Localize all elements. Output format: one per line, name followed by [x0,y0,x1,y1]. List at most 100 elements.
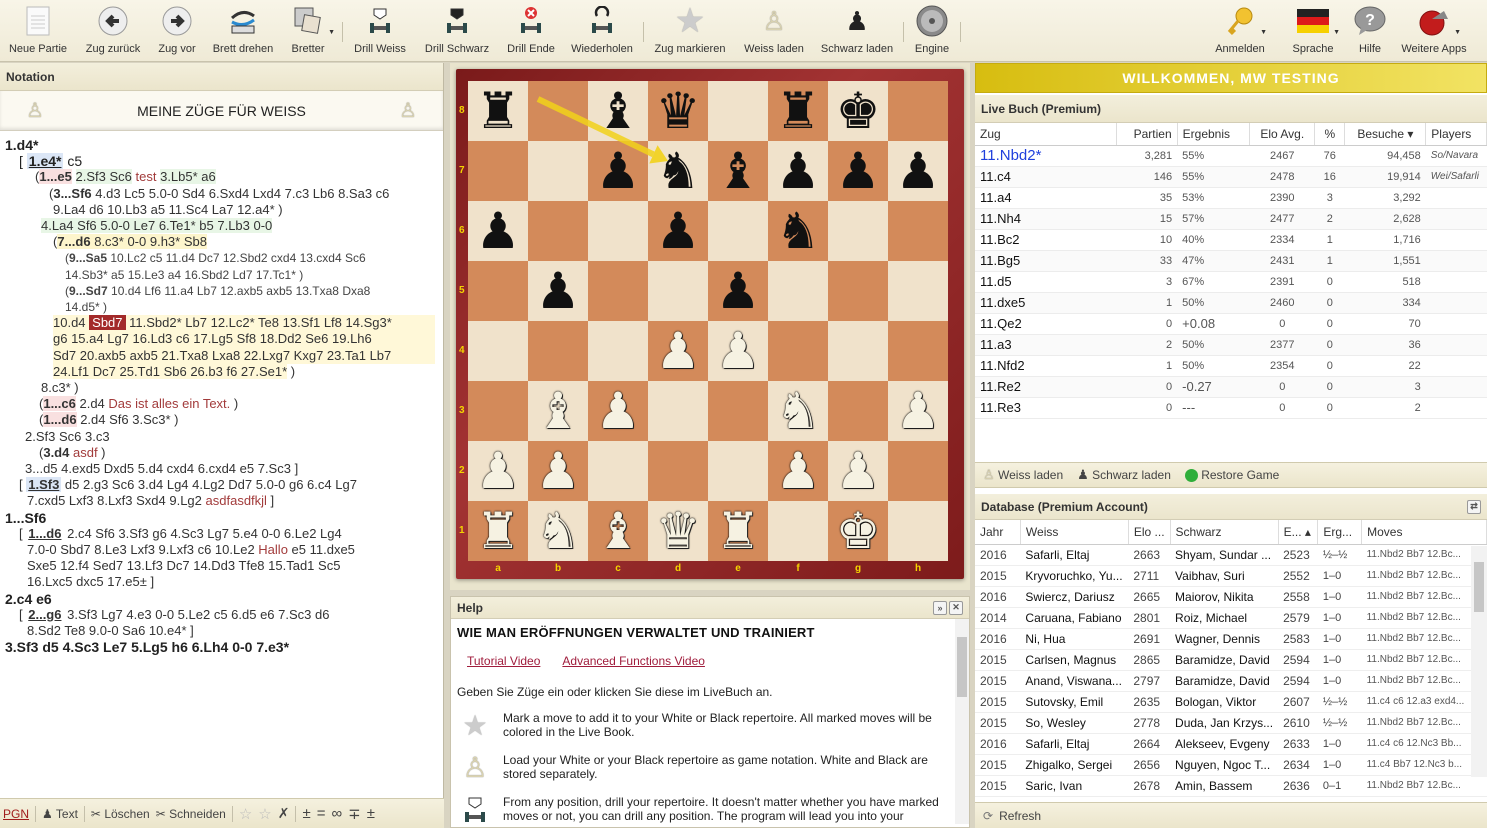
square-a4[interactable] [468,321,528,381]
white-pawn-icon[interactable]: ♙ [399,98,417,123]
livebook-row[interactable]: 11.d5 3 67% 2391 0 518 [975,271,1487,293]
livebook-row[interactable]: 11.Nbd2* 3,281 55% 2467 76 94,458 So/Navara [975,145,1487,167]
square-c1[interactable]: ♝ [588,501,648,561]
boards-button[interactable]: ▼ Bretter [288,4,335,60]
column-header[interactable]: Elo Avg. [1249,123,1316,146]
livebook-row[interactable]: 11.a3 2 50% 2377 0 36 [975,334,1487,356]
column-header[interactable]: Partien [1116,123,1178,146]
square-e7[interactable]: ♝ [708,141,768,201]
board-squares[interactable]: ♜ ♝ ♛ ♜ ♚ ♟ ♞ ♝ ♟ ♟ ♟ ♟ ♟ ♞ ♟ ♟ ♟ ♟ ♝ ♟ ♞ ♟ ♟ ♟ ♟ ♟ ♜ ♞ ♝ ♛ ♜ ♚ [468,81,948,561]
square-c6[interactable] [588,201,648,261]
column-header[interactable]: Erg... [1317,520,1363,545]
white-pawn-icon[interactable]: ♟ [536,446,581,496]
square-b8[interactable] [528,81,588,141]
white-knight-icon[interactable]: ♞ [536,506,581,556]
column-header[interactable]: Besuche ▾ [1344,123,1427,146]
livebook-row[interactable]: 11.Re2 0 -0.27 0 0 3 [975,376,1487,398]
livebook-row[interactable]: 11.Bc2 10 40% 2334 1 1,716 [975,229,1487,251]
square-a7[interactable] [468,141,528,201]
square-c2[interactable] [588,441,648,501]
black-pawn-icon[interactable]: ♟ [836,146,881,196]
square-e8[interactable] [708,81,768,141]
swap-icon[interactable]: ⇄ [1467,499,1481,514]
move-notation[interactable]: 1.d4* [ 1.e4* c5 (1...e5 2.Sf3 Sc6 test … [0,131,443,795]
symbol-button[interactable]: ± [302,805,310,822]
square-g7[interactable]: ♟ [828,141,888,201]
black-knight-icon[interactable]: ♞ [776,206,821,256]
livebook-row[interactable]: 11.c4 146 55% 2478 16 19,914 Wei/Safarli [975,166,1487,188]
square-b6[interactable] [528,201,588,261]
livebook-row[interactable]: 11.Nh4 15 57% 2477 2 2,628 [975,208,1487,230]
database-row[interactable]: 2016 Ni, Hua 2691 Wagner, Dennis 2583 1–0 11.N… [975,628,1487,650]
square-a2[interactable]: ♟ [468,441,528,501]
load-black-button[interactable]: ♟ Schwarz laden [820,4,894,60]
square-f7[interactable]: ♟ [768,141,828,201]
column-header[interactable]: Players [1425,123,1487,146]
move-back-button[interactable]: Zug zurück [82,4,144,60]
database-row[interactable]: 2015 Anand, Viswana... 2797 Baramidze, Davi… [975,670,1487,692]
database-row[interactable]: 2014 Caruana, Fabiano 2801 Roiz, Michael 257… [975,607,1487,629]
symbol-button[interactable]: = [317,805,326,822]
livebook-row[interactable]: 11.a4 35 53% 2390 3 3,292 [975,187,1487,209]
advanced-video-link[interactable]: Advanced Functions Video [562,654,705,668]
white-rook-icon[interactable]: ♜ [716,506,761,556]
square-f5[interactable] [768,261,828,321]
new-game-button[interactable]: Neue Partie [8,4,68,60]
livebook-row[interactable]: 11.Qe2 0 +0.08 0 0 70 [975,313,1487,335]
square-a8[interactable]: ♜ [468,81,528,141]
load-white-button[interactable]: ♙ Weiss laden [983,467,1063,483]
database-row[interactable]: 2016 Safarli, Eltaj 2663 Shyam, Sundar ... 2… [975,544,1487,566]
language-button[interactable]: ▼ Sprache [1290,4,1340,60]
square-b2[interactable]: ♟ [528,441,588,501]
square-a3[interactable] [468,381,528,441]
flip-board-button[interactable]: Brett drehen [212,4,274,60]
square-g3[interactable] [828,381,888,441]
black-queen-icon[interactable]: ♛ [656,86,701,136]
square-d1[interactable]: ♛ [648,501,708,561]
square-a5[interactable] [468,261,528,321]
white-pawn-icon[interactable]: ♟ [596,386,641,436]
drill-white-button[interactable]: Drill Weiss [352,4,408,60]
symbol-button[interactable]: ± [367,805,375,822]
help-button[interactable]: ? Hilfe [1352,4,1388,60]
square-e6[interactable] [708,201,768,261]
square-e2[interactable] [708,441,768,501]
column-header[interactable]: % [1314,123,1346,146]
more-apps-button[interactable]: ▼ Weitere Apps [1400,4,1468,60]
square-d4[interactable]: ♟ [648,321,708,381]
white-knight-icon[interactable]: ♞ [776,386,821,436]
square-b4[interactable] [528,321,588,381]
white-bishop-icon[interactable]: ♝ [596,506,641,556]
square-b5[interactable]: ♟ [528,261,588,321]
square-d8[interactable]: ♛ [648,81,708,141]
remove-mark-icon[interactable]: ✗ [278,805,290,822]
refresh-button[interactable]: Refresh [999,809,1041,823]
black-bishop-icon[interactable]: ♝ [716,146,761,196]
square-h3[interactable]: ♟ [888,381,948,441]
load-white-button[interactable]: ♙ Weiss laden [742,4,806,60]
engine-button[interactable]: Engine [912,4,952,60]
square-b1[interactable]: ♞ [528,501,588,561]
square-b7[interactable] [528,141,588,201]
drill-black-button[interactable]: Drill Schwarz [424,4,490,60]
square-a6[interactable]: ♟ [468,201,528,261]
mark-move-button[interactable]: ★ Zug markieren [654,2,726,60]
pgn-link[interactable]: PGN [3,807,29,821]
restore-game-button[interactable]: Restore Game [1184,468,1279,483]
symbol-button[interactable]: ∞ [331,805,342,822]
square-g8[interactable]: ♚ [828,81,888,141]
column-header[interactable]: Ergebnis [1177,123,1251,146]
white-pawn-icon[interactable]: ♟ [476,446,521,496]
refresh-icon[interactable]: ⟳ [983,809,993,823]
square-h5[interactable] [888,261,948,321]
square-f1[interactable] [768,501,828,561]
load-black-button[interactable]: ♟ Schwarz laden [1077,467,1171,483]
square-e3[interactable] [708,381,768,441]
black-pawn-icon[interactable]: ♟ [596,146,641,196]
column-header[interactable]: Weiss [1020,520,1129,545]
white-king-icon[interactable]: ♚ [836,506,881,556]
livebook-row[interactable]: 11.Re3 0 --- 0 0 2 [975,397,1487,419]
white-queen-icon[interactable]: ♛ [656,506,701,556]
white-bishop-icon[interactable]: ♝ [536,386,581,436]
drill-end-button[interactable]: Drill Ende [505,4,557,60]
